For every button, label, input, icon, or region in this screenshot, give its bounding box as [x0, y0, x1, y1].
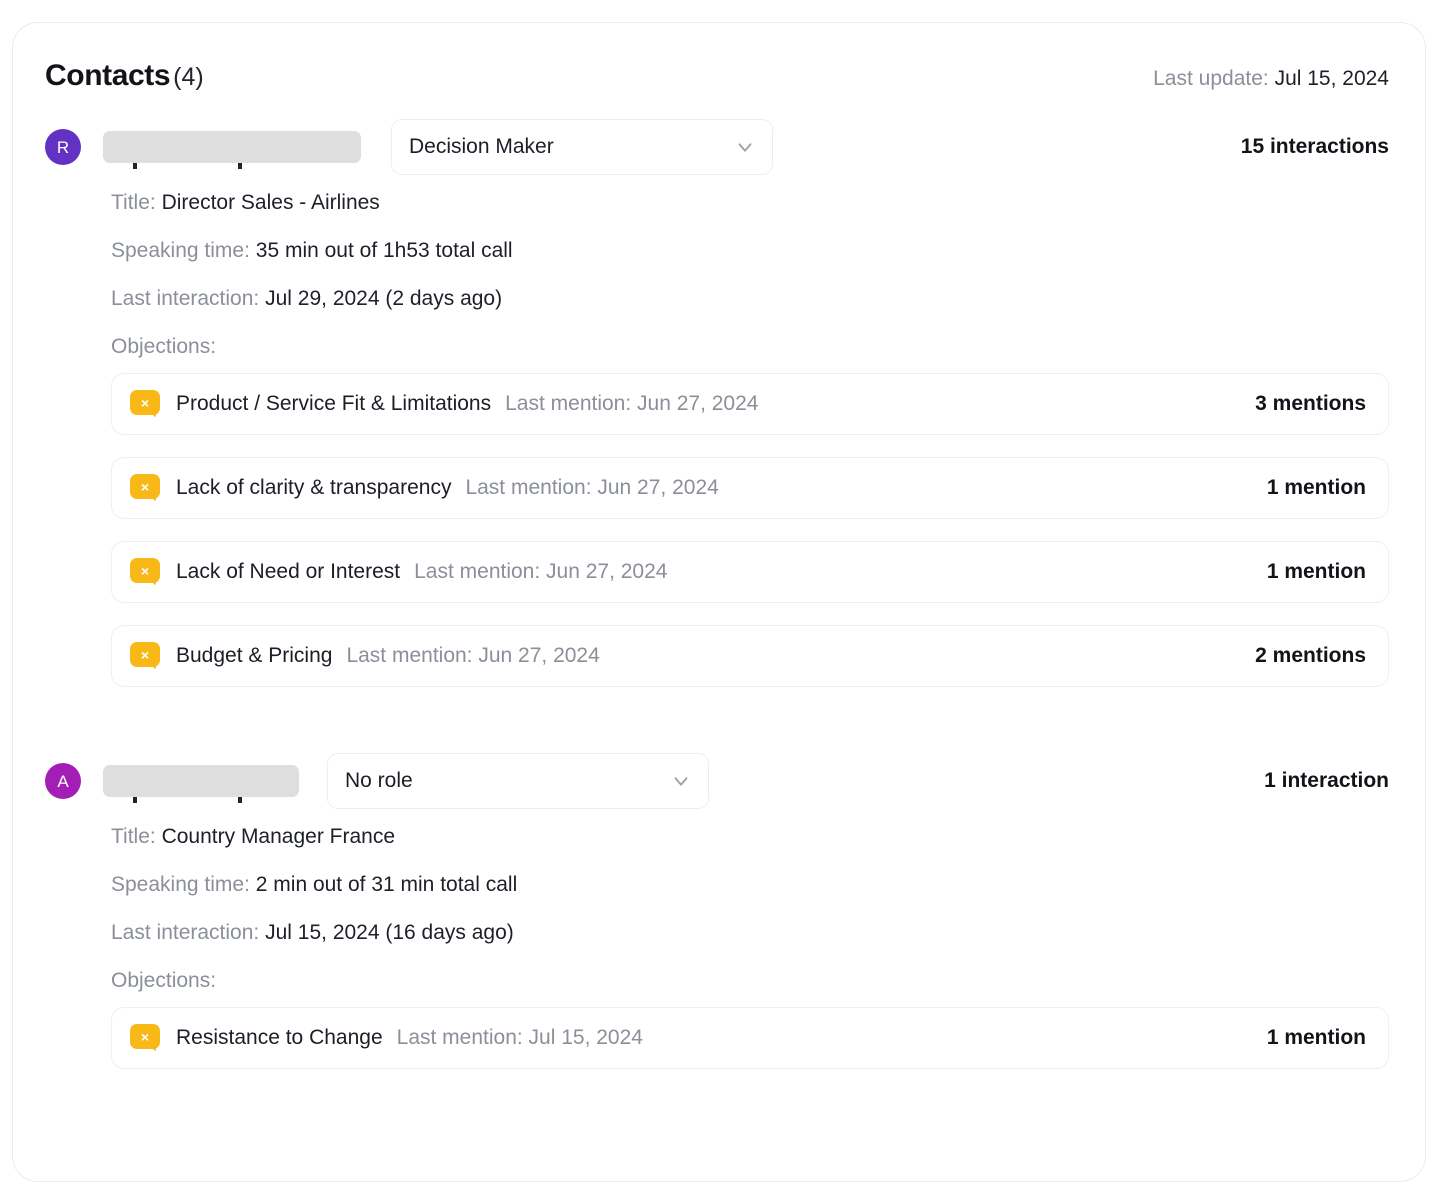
panel-header: Contacts (4) Last update: Jul 15, 2024 [13, 23, 1425, 93]
objection-row[interactable]: × Product / Service Fit & Limitations Last… [111, 373, 1389, 435]
objection-bubble-icon: × [130, 474, 160, 502]
page-title-text: Contacts [45, 59, 171, 92]
interaction-count: 15 interactions [1240, 135, 1389, 158]
detail-last-interaction: Last interaction: Jul 29, 2024 (2 days a… [111, 275, 1389, 323]
last-update-label: Last update: [1153, 67, 1269, 90]
contact-block: A No role 1 interaction Title: Country Mana… [13, 749, 1425, 1069]
contact-details: Title: Director Sales - Airlines Speaking… [45, 179, 1389, 323]
objection-bubble-icon: × [130, 558, 160, 586]
objection-last-mention: Last mention: Jun 27, 2024 [465, 476, 719, 499]
objection-last-mention: Last mention: Jun 27, 2024 [414, 560, 668, 583]
objection-name: Product / Service Fit & Limitations [176, 392, 492, 415]
detail-last-interaction-label: Last interaction: [111, 921, 260, 944]
avatar: R [45, 129, 81, 165]
detail-title-label: Title: [111, 825, 156, 848]
objection-mention-count: 3 mentions [1255, 392, 1366, 415]
contacts-panel: Contacts (4) Last update: Jul 15, 2024 R D… [12, 22, 1426, 1182]
objection-mention-count: 1 mention [1266, 476, 1366, 499]
objection-name: Budget & Pricing [176, 644, 333, 667]
contact-block: R Decision Maker 15 interactions Title: Dir… [13, 115, 1425, 687]
last-update-value: Jul 15, 2024 [1274, 67, 1389, 90]
detail-speaking-value: 35 min out of 1h53 total call [255, 239, 513, 262]
contact-header-row: R Decision Maker 15 interactions [45, 115, 1389, 179]
contact-name-redacted [103, 131, 361, 169]
role-select[interactable]: No role [327, 753, 709, 809]
contact-details: Title: Country Manager France Speaking ti… [45, 813, 1389, 957]
objections-label: Objections: [111, 335, 217, 358]
detail-title-label: Title: [111, 191, 156, 214]
objection-last-mention: Last mention: Jun 27, 2024 [346, 644, 600, 667]
contact-header-row: A No role 1 interaction [45, 749, 1389, 813]
detail-title-value: Director Sales - Airlines [161, 191, 380, 214]
chevron-down-icon [670, 770, 692, 792]
objection-bubble-icon: × [130, 642, 160, 670]
objection-bubble-icon: × [130, 390, 160, 418]
objection-name: Resistance to Change [176, 1026, 383, 1049]
role-select-value: Decision Maker [409, 135, 554, 158]
detail-last-interaction: Last interaction: Jul 15, 2024 (16 days … [111, 909, 1389, 957]
objection-mention-count: 2 mentions [1255, 644, 1366, 667]
detail-speaking-label: Speaking time: [111, 873, 250, 896]
contacts-list: R Decision Maker 15 interactions Title: Dir… [13, 115, 1425, 1069]
detail-speaking-time: Speaking time: 2 min out of 31 min total… [111, 861, 1389, 909]
objection-row[interactable]: × Lack of clarity & transparency Last ment… [111, 457, 1389, 519]
objection-name: Lack of Need or Interest [176, 560, 401, 583]
objection-name: Lack of clarity & transparency [176, 476, 452, 499]
detail-title: Title: Director Sales - Airlines [111, 179, 1389, 227]
chevron-down-icon [734, 136, 756, 158]
role-select-value: No role [345, 769, 413, 792]
objections-label: Objections: [111, 969, 217, 992]
detail-speaking-time: Speaking time: 35 min out of 1h53 total … [111, 227, 1389, 275]
objection-row[interactable]: × Lack of Need or Interest Last mention: J… [111, 541, 1389, 603]
detail-last-interaction-value: Jul 15, 2024 (16 days ago) [265, 921, 514, 944]
detail-last-interaction-value: Jul 29, 2024 (2 days ago) [265, 287, 503, 310]
objection-bubble-icon: × [130, 1024, 160, 1052]
objection-last-mention: Last mention: Jul 15, 2024 [396, 1026, 643, 1049]
objection-list: × Resistance to Change Last mention: Jul 1… [45, 1007, 1389, 1069]
last-update: Last update: Jul 15, 2024 [1153, 67, 1389, 91]
contacts-count: (4) [173, 63, 204, 91]
objection-mention-count: 1 mention [1266, 1026, 1366, 1049]
objection-last-mention: Last mention: Jun 27, 2024 [505, 392, 759, 415]
contact-name-redacted [103, 765, 299, 803]
avatar: A [45, 763, 81, 799]
objection-list: × Product / Service Fit & Limitations Last… [45, 373, 1389, 687]
objection-row[interactable]: × Resistance to Change Last mention: Jul 1… [111, 1007, 1389, 1069]
objection-row[interactable]: × Budget & Pricing Last mention: Jun 27, 2… [111, 625, 1389, 687]
detail-last-interaction-label: Last interaction: [111, 287, 260, 310]
page-title: Contacts (4) [45, 59, 204, 93]
objection-mention-count: 1 mention [1266, 560, 1366, 583]
detail-speaking-value: 2 min out of 31 min total call [255, 873, 518, 896]
detail-title-value: Country Manager France [161, 825, 396, 848]
detail-speaking-label: Speaking time: [111, 239, 250, 262]
detail-title: Title: Country Manager France [111, 813, 1389, 861]
interaction-count: 1 interaction [1264, 769, 1389, 792]
role-select[interactable]: Decision Maker [391, 119, 773, 175]
